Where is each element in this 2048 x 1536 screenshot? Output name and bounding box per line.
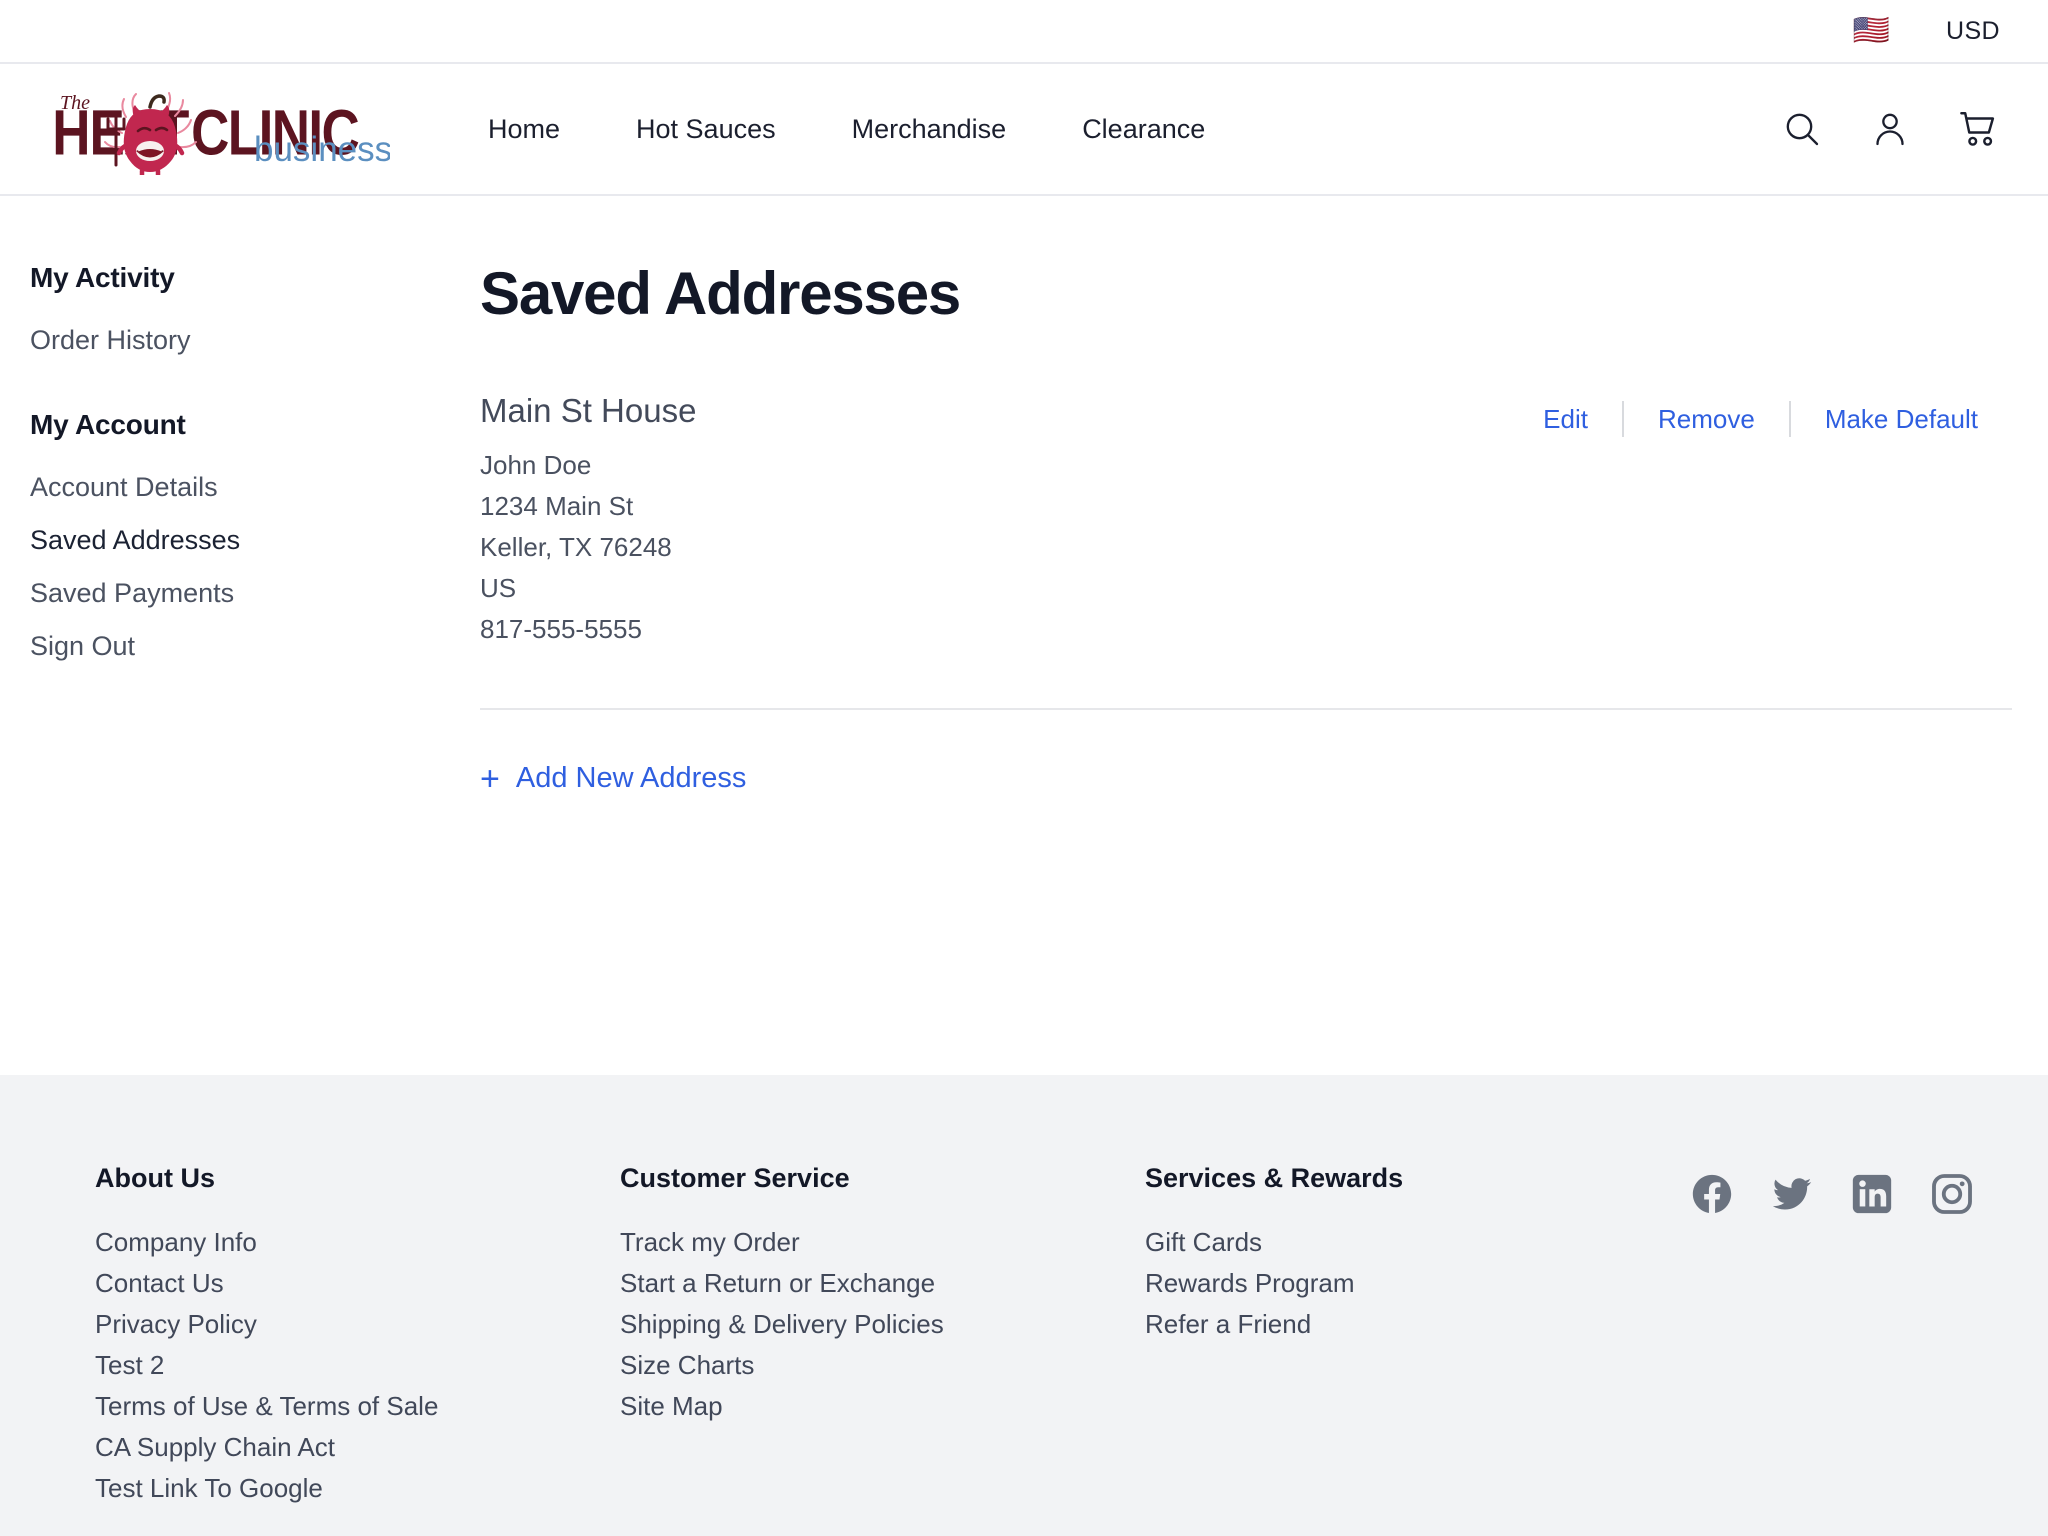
edit-address-button[interactable]: Edit	[1509, 404, 1622, 435]
add-new-address-label: Add New Address	[515, 762, 747, 795]
address-separator	[480, 707, 2012, 710]
footer-heading-services-rewards: Services & Rewards	[1145, 1163, 1404, 1193]
top-utility-bar: 🇺🇸 USD	[0, 0, 2048, 64]
sidebar-group-my-activity: My Activity Order History	[30, 262, 480, 367]
address-country: US	[480, 572, 517, 603]
footer-link-contact-us[interactable]: Contact Us	[95, 1263, 620, 1304]
footer-heading-about-us: About Us	[95, 1163, 215, 1193]
header-actions	[1780, 107, 2000, 151]
footer-link-site-map[interactable]: Site Map	[620, 1386, 1145, 1427]
address-phone: 817-555-5555	[480, 613, 642, 644]
footer-link-test-2[interactable]: Test 2	[95, 1345, 620, 1386]
address-street: 1234 Main St	[480, 490, 634, 521]
sidebar-item-sign-out[interactable]: Sign Out	[30, 620, 480, 673]
nav-item-merchandise[interactable]: Merchandise	[814, 114, 1045, 145]
sidebar-heading-my-account: My Account	[30, 409, 186, 441]
twitter-icon[interactable]	[1769, 1171, 1815, 1222]
address-actions: Edit Remove Make Default	[1509, 401, 2012, 437]
sidebar-heading-my-activity: My Activity	[30, 262, 175, 293]
main-region: My Activity Order History My Account Acc…	[0, 196, 2048, 1026]
make-default-address-button[interactable]: Make Default	[1791, 404, 2012, 435]
remove-address-button[interactable]: Remove	[1624, 404, 1789, 435]
sidebar-item-account-details[interactable]: Account Details	[30, 461, 480, 514]
main-navigation: Home Hot Sauces Merchandise Clearance	[450, 114, 1243, 145]
footer-link-rewards-program[interactable]: Rewards Program	[1145, 1263, 1670, 1304]
site-footer: About Us Company Info Contact Us Privacy…	[0, 1075, 2048, 1536]
footer-link-track-my-order[interactable]: Track my Order	[620, 1222, 1145, 1263]
site-logo[interactable]: The HEAT CLINIC business	[30, 83, 390, 175]
nav-item-hot-sauces[interactable]: Hot Sauces	[598, 114, 814, 145]
footer-link-ca-supply-chain-act[interactable]: CA Supply Chain Act	[95, 1427, 620, 1468]
footer-column-about-us: About Us Company Info Contact Us Privacy…	[95, 1163, 620, 1510]
footer-link-privacy-policy[interactable]: Privacy Policy	[95, 1304, 620, 1345]
footer-link-terms-of-use[interactable]: Terms of Use & Terms of Sale	[95, 1386, 620, 1427]
footer-column-services-rewards: Services & Rewards Gift Cards Rewards Pr…	[1145, 1163, 1670, 1345]
account-sidebar: My Activity Order History My Account Acc…	[0, 262, 480, 1026]
sidebar-item-order-history[interactable]: Order History	[30, 314, 480, 367]
footer-link-shipping-delivery-policies[interactable]: Shipping & Delivery Policies	[620, 1304, 1145, 1345]
linkedin-icon[interactable]	[1849, 1171, 1895, 1222]
footer-link-size-charts[interactable]: Size Charts	[620, 1345, 1145, 1386]
search-icon[interactable]	[1780, 107, 1824, 151]
address-city-state-zip: Keller, TX 76248	[480, 531, 672, 562]
footer-link-start-return-or-exchange[interactable]: Start a Return or Exchange	[620, 1263, 1145, 1304]
address-recipient: John Doe	[480, 449, 592, 480]
page-title: Saved Addresses	[480, 260, 961, 327]
saved-address-card: Main St House John Doe 1234 Main St Kell…	[480, 391, 2012, 710]
footer-link-test-link-to-google[interactable]: Test Link To Google	[95, 1468, 620, 1509]
facebook-icon[interactable]	[1689, 1171, 1735, 1222]
footer-heading-customer-service: Customer Service	[620, 1163, 850, 1193]
sidebar-group-my-account: My Account Account Details Saved Address…	[30, 409, 480, 673]
svg-text:business: business	[254, 130, 390, 169]
footer-link-gift-cards[interactable]: Gift Cards	[1145, 1222, 1670, 1263]
address-nickname: Main St House	[480, 392, 697, 429]
account-content: Saved Addresses Main St House John Doe 1…	[480, 262, 2048, 1026]
nav-item-clearance[interactable]: Clearance	[1044, 114, 1243, 145]
plus-icon: +	[480, 759, 500, 798]
address-details: Main St House John Doe 1234 Main St Kell…	[480, 391, 696, 650]
sidebar-item-saved-addresses[interactable]: Saved Addresses	[30, 514, 480, 567]
shopping-cart-icon[interactable]	[1956, 107, 2000, 151]
footer-link-company-info[interactable]: Company Info	[95, 1222, 620, 1263]
site-header: The HEAT CLINIC business Home Hot Sauces…	[0, 64, 2048, 196]
instagram-icon[interactable]	[1929, 1171, 1975, 1222]
nav-item-home[interactable]: Home	[450, 114, 598, 145]
footer-link-refer-a-friend[interactable]: Refer a Friend	[1145, 1304, 1670, 1345]
us-flag-icon: 🇺🇸	[1852, 14, 1891, 47]
footer-column-customer-service: Customer Service Track my Order Start a …	[620, 1163, 1145, 1427]
user-account-icon[interactable]	[1868, 107, 1912, 151]
social-links	[1689, 1163, 2000, 1222]
sidebar-item-saved-payments[interactable]: Saved Payments	[30, 567, 480, 620]
add-new-address-button[interactable]: + Add New Address	[480, 762, 746, 796]
currency-selector[interactable]: USD	[1946, 17, 2000, 46]
